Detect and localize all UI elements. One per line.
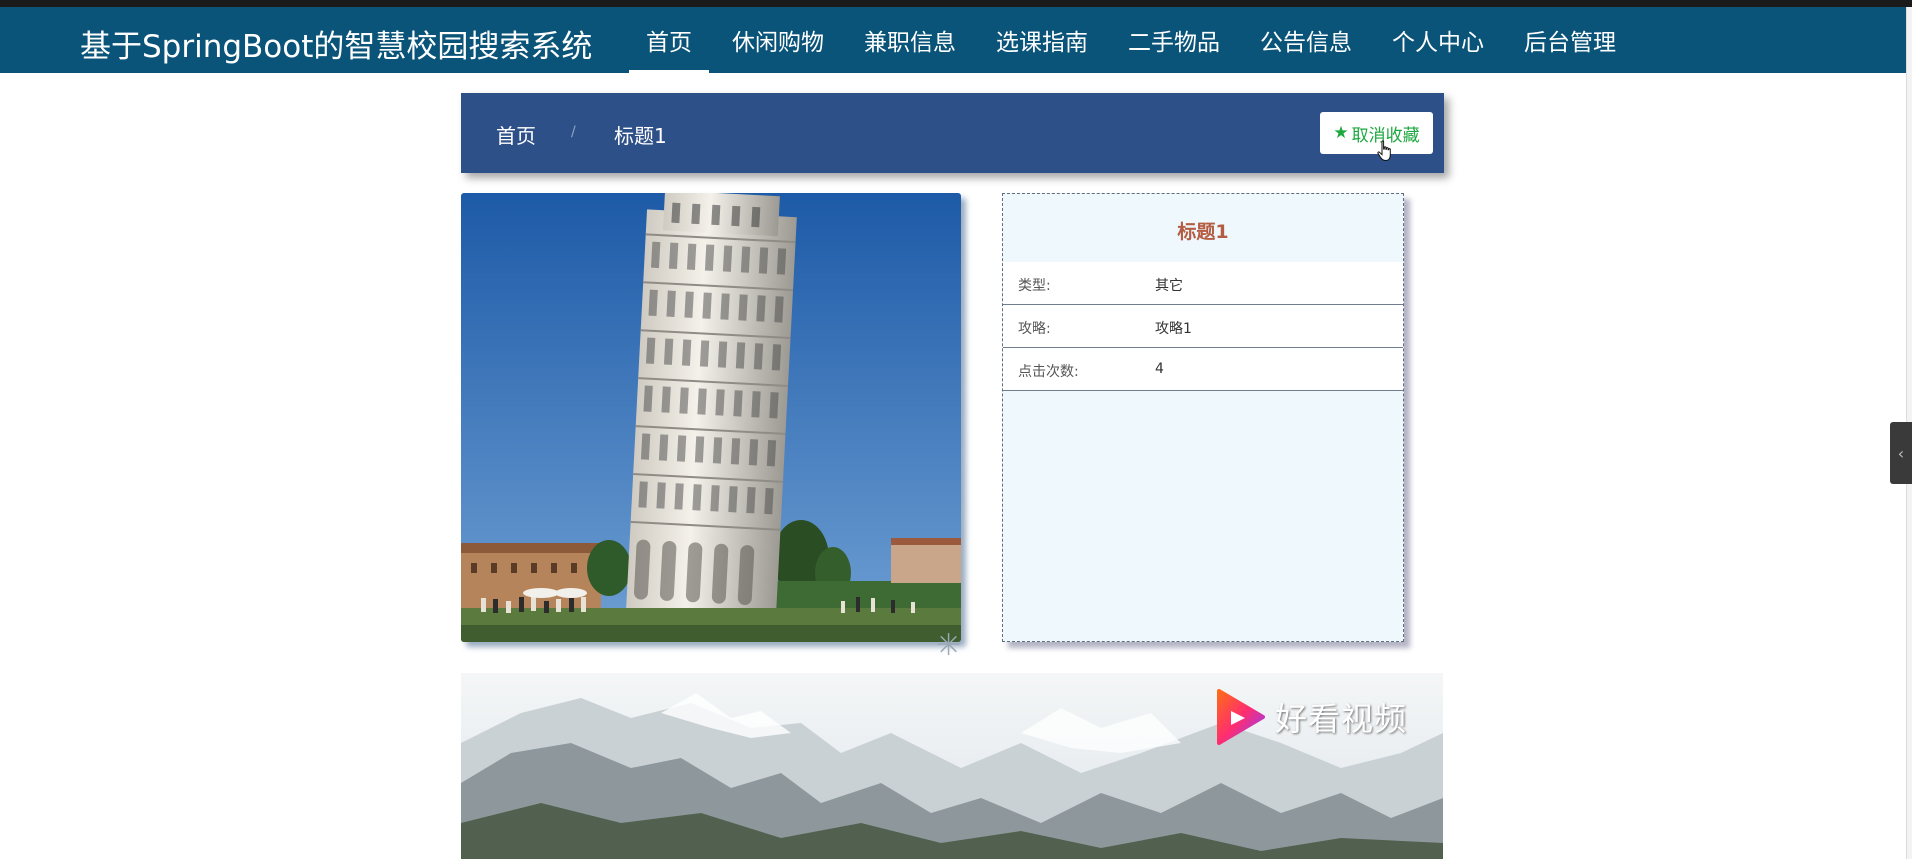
hand-cursor-icon xyxy=(1377,140,1391,162)
top-navbar: 基于SpringBoot的智慧校园搜索系统 首页 休闲购物 兼职信息 选课指南 … xyxy=(0,7,1906,73)
nav-item-personal-center[interactable]: 个人中心 xyxy=(1375,7,1501,73)
nav-item-admin[interactable]: 后台管理 xyxy=(1507,7,1633,73)
breadcrumb-separator: / xyxy=(571,124,576,140)
detail-title: 标题1 xyxy=(1177,221,1229,243)
nav-item-course-guide[interactable]: 选课指南 xyxy=(979,7,1105,73)
side-panel-toggle[interactable]: ‹ xyxy=(1890,422,1912,484)
detail-row-clicks: 点击次数: 4 xyxy=(1003,348,1403,391)
star-icon: ★ xyxy=(1333,123,1349,143)
video-player[interactable]: 好看视频 xyxy=(461,673,1443,859)
breadcrumb-home[interactable]: 首页 xyxy=(496,120,536,149)
detail-label: 类型: xyxy=(1018,278,1051,294)
detail-value: 攻略1 xyxy=(1155,321,1192,337)
chevron-left-icon: ‹ xyxy=(1897,443,1905,463)
breadcrumb-current: 标题1 xyxy=(614,124,667,148)
detail-table: 类型: 其它 攻略: 攻略1 点击次数: 4 xyxy=(1003,262,1403,391)
site-title: 基于SpringBoot的智慧校园搜索系统 xyxy=(80,29,593,65)
nav-item-home[interactable]: 首页 xyxy=(629,7,709,73)
detail-panel: 标题1 类型: 其它 攻略: 攻略1 点击次数: 4 xyxy=(1002,193,1404,642)
main-nav: 首页 休闲购物 兼职信息 选课指南 二手物品 公告信息 个人中心 后台管理 xyxy=(629,7,1639,73)
leaning-tower-photo xyxy=(461,193,961,642)
detail-value: 4 xyxy=(1155,361,1164,377)
detail-value: 其它 xyxy=(1155,278,1183,294)
breadcrumb: 首页 / 标题1 ★ 取消收藏 xyxy=(461,93,1444,173)
detail-label: 点击次数: xyxy=(1018,364,1079,380)
play-logo-icon xyxy=(1217,689,1265,745)
detail-row-guide: 攻略: 攻略1 xyxy=(1003,305,1403,348)
detail-row-type: 类型: 其它 xyxy=(1003,262,1403,305)
nav-item-announcements[interactable]: 公告信息 xyxy=(1243,7,1369,73)
nav-item-shopping[interactable]: 休闲购物 xyxy=(715,7,841,73)
top-strip xyxy=(0,0,1912,7)
video-logo-text: 好看视频 xyxy=(1275,700,1408,738)
detail-label: 攻略: xyxy=(1018,321,1051,337)
watermark-icon: ✳ xyxy=(936,628,962,663)
nav-item-secondhand[interactable]: 二手物品 xyxy=(1111,7,1237,73)
video-logo: 好看视频 xyxy=(1215,687,1407,747)
nav-item-parttime[interactable]: 兼职信息 xyxy=(847,7,973,73)
